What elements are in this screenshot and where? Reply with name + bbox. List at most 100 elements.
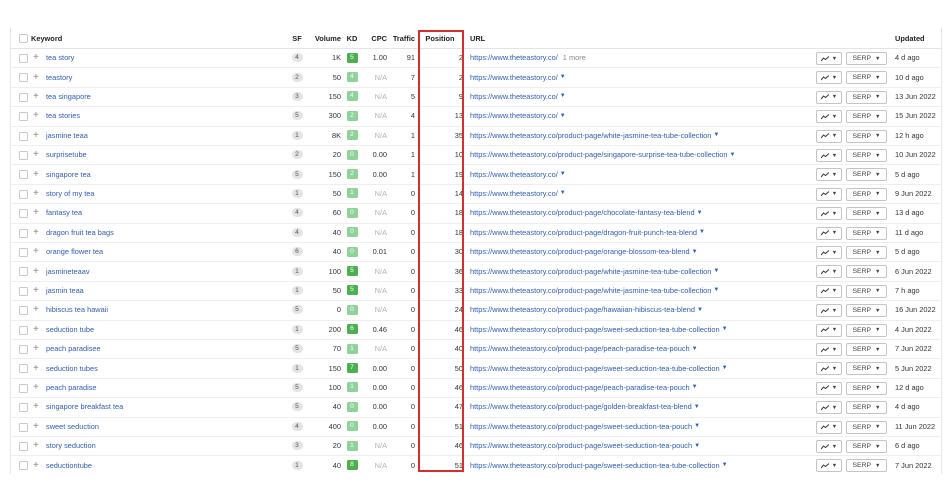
url-link[interactable]: https://www.theteastory.co/product-page/…	[470, 286, 711, 295]
url-link[interactable]: https://www.theteastory.co/	[470, 170, 558, 179]
row-checkbox[interactable]	[19, 228, 28, 238]
url-link[interactable]: https://www.theteastory.co/	[470, 53, 558, 62]
row-checkbox[interactable]	[19, 112, 28, 122]
url-dropdown-caret-icon[interactable]: ▼	[692, 384, 698, 390]
trend-chart-button[interactable]: ▼	[816, 129, 842, 143]
row-checkbox[interactable]	[19, 306, 28, 316]
add-to-list-icon[interactable]: +	[33, 320, 39, 339]
trend-chart-button[interactable]: ▼	[816, 323, 842, 337]
add-to-list-icon[interactable]: +	[33, 164, 39, 183]
url-link[interactable]: https://www.theteastory.co/product-page/…	[470, 305, 695, 314]
row-checkbox[interactable]	[19, 151, 28, 160]
more-urls-link[interactable]: 1 more	[563, 53, 586, 62]
trend-chart-button[interactable]: ▼	[816, 168, 842, 182]
trend-chart-button[interactable]: ▼	[816, 90, 842, 104]
add-to-list-icon[interactable]: +	[33, 87, 39, 106]
serp-button[interactable]: SERP ▼	[846, 459, 887, 473]
header-kd[interactable]: KD	[344, 28, 360, 48]
add-to-list-icon[interactable]: +	[33, 184, 39, 203]
keyword-link[interactable]: seduction tubes	[46, 358, 98, 377]
row-checkbox[interactable]	[19, 442, 28, 451]
keyword-link[interactable]: seduction tube	[46, 320, 94, 339]
row-checkbox[interactable]	[19, 364, 28, 374]
keyword-link[interactable]: hibiscus tea hawaii	[46, 300, 108, 319]
serp-button[interactable]: SERP ▼	[846, 168, 887, 182]
serp-button[interactable]: SERP ▼	[846, 284, 887, 298]
add-to-list-icon[interactable]: +	[33, 339, 39, 358]
serp-button[interactable]: SERP ▼	[846, 246, 887, 259]
add-to-list-icon[interactable]: +	[33, 281, 39, 300]
header-position[interactable]: Position	[419, 28, 461, 48]
add-to-list-icon[interactable]: +	[33, 67, 39, 86]
keyword-link[interactable]: jasmine teaa	[46, 126, 88, 145]
serp-button[interactable]: SERP ▼	[846, 323, 887, 337]
url-dropdown-caret-icon[interactable]: ▼	[722, 462, 728, 468]
add-to-list-icon[interactable]: +	[33, 203, 39, 222]
url-link[interactable]: https://www.theteastory.co/product-page/…	[470, 228, 697, 237]
url-dropdown-caret-icon[interactable]: ▼	[729, 152, 735, 158]
keyword-link[interactable]: teastory	[46, 67, 72, 86]
url-dropdown-caret-icon[interactable]: ▼	[722, 326, 728, 332]
keyword-link[interactable]: peach paradisee	[46, 339, 101, 358]
keyword-link[interactable]: jasmineteaav	[46, 261, 90, 280]
add-to-list-icon[interactable]: +	[33, 48, 39, 67]
url-dropdown-caret-icon[interactable]: ▼	[560, 171, 566, 177]
add-to-list-icon[interactable]: +	[33, 397, 39, 416]
add-to-list-icon[interactable]: +	[33, 455, 39, 474]
serp-button[interactable]: SERP ▼	[846, 52, 887, 65]
trend-chart-button[interactable]: ▼	[816, 381, 842, 395]
trend-chart-button[interactable]: ▼	[816, 246, 842, 259]
header-keyword[interactable]: Keyword	[31, 28, 62, 48]
url-dropdown-caret-icon[interactable]: ▼	[560, 113, 566, 119]
url-link[interactable]: https://www.theteastory.co/product-page/…	[470, 383, 690, 392]
serp-button[interactable]: SERP ▼	[846, 440, 887, 453]
add-to-list-icon[interactable]: +	[33, 145, 39, 164]
url-link[interactable]: https://www.theteastory.co/	[470, 111, 558, 120]
trend-chart-button[interactable]: ▼	[816, 71, 842, 85]
trend-chart-button[interactable]: ▼	[816, 265, 842, 279]
url-link[interactable]: https://www.theteastory.co/product-page/…	[470, 461, 720, 470]
serp-button[interactable]: SERP ▼	[846, 207, 887, 221]
row-checkbox[interactable]	[19, 461, 28, 471]
keyword-link[interactable]: surprisetube	[46, 145, 87, 164]
trend-chart-button[interactable]: ▼	[816, 401, 842, 415]
keyword-link[interactable]: story of my tea	[46, 184, 94, 203]
trend-chart-button[interactable]: ▼	[816, 149, 842, 162]
url-dropdown-caret-icon[interactable]: ▼	[694, 423, 700, 429]
add-to-list-icon[interactable]: +	[33, 106, 39, 125]
add-to-list-icon[interactable]: +	[33, 223, 39, 242]
row-checkbox[interactable]	[19, 267, 28, 277]
keyword-link[interactable]: jasmin teaa	[46, 281, 84, 300]
serp-button[interactable]: SERP ▼	[846, 343, 887, 356]
url-dropdown-caret-icon[interactable]: ▼	[697, 307, 703, 313]
serp-button[interactable]: SERP ▼	[846, 71, 887, 85]
url-link[interactable]: https://www.theteastory.co/	[470, 73, 558, 82]
keyword-link[interactable]: singapore tea	[46, 164, 91, 183]
serp-button[interactable]: SERP ▼	[846, 304, 887, 318]
header-updated[interactable]: Updated	[895, 28, 925, 48]
row-checkbox[interactable]	[19, 189, 28, 199]
trend-chart-button[interactable]: ▼	[816, 459, 842, 473]
trend-chart-button[interactable]: ▼	[816, 362, 842, 376]
add-to-list-icon[interactable]: +	[33, 436, 39, 455]
url-link[interactable]: https://www.theteastory.co/product-page/…	[470, 208, 695, 217]
serp-button[interactable]: SERP ▼	[846, 401, 887, 415]
serp-button[interactable]: SERP ▼	[846, 129, 887, 143]
row-checkbox[interactable]	[19, 248, 28, 257]
header-volume[interactable]: Volume	[311, 28, 341, 48]
url-dropdown-caret-icon[interactable]: ▼	[713, 132, 719, 138]
url-link[interactable]: https://www.theteastory.co/product-page/…	[470, 150, 727, 159]
keyword-link[interactable]: fantasy tea	[46, 203, 82, 222]
url-link[interactable]: https://www.theteastory.co/product-page/…	[470, 441, 692, 450]
header-traffic[interactable]: Traffic	[391, 28, 415, 48]
header-url[interactable]: URL	[470, 28, 485, 48]
add-to-list-icon[interactable]: +	[33, 378, 39, 397]
url-dropdown-caret-icon[interactable]: ▼	[692, 346, 698, 352]
add-to-list-icon[interactable]: +	[33, 242, 39, 261]
keyword-link[interactable]: peach paradise	[46, 378, 97, 397]
trend-chart-button[interactable]: ▼	[816, 207, 842, 221]
url-link[interactable]: https://www.theteastory.co/product-page/…	[470, 402, 692, 411]
trend-chart-button[interactable]: ▼	[816, 284, 842, 298]
add-to-list-icon[interactable]: +	[33, 358, 39, 377]
add-to-list-icon[interactable]: +	[33, 300, 39, 319]
